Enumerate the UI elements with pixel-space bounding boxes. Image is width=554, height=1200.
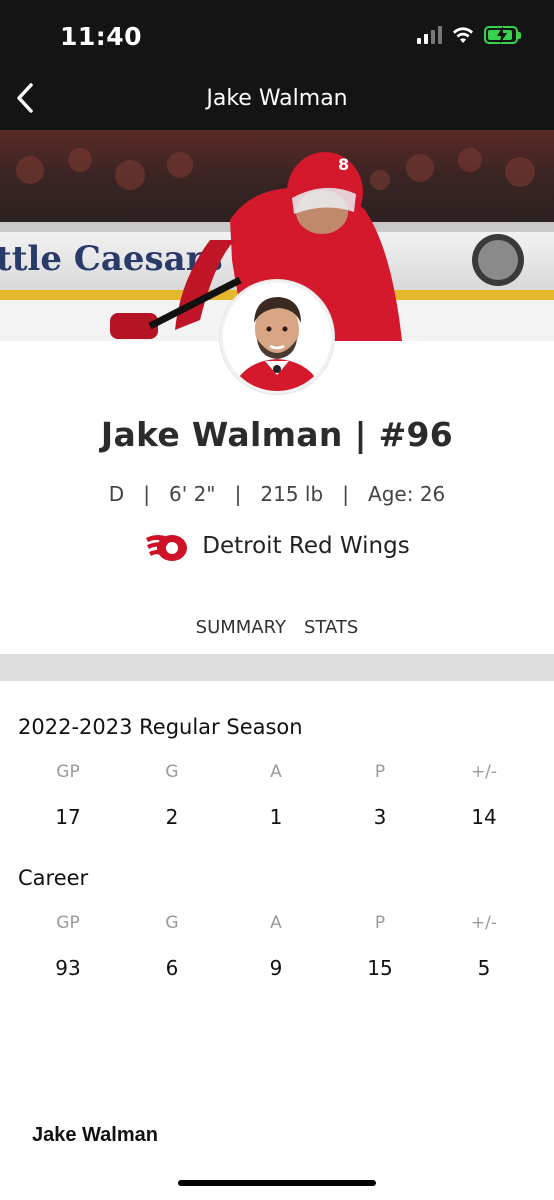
section-divider [0, 654, 554, 681]
career-title: Career [18, 866, 89, 890]
tab-summary[interactable]: SUMMARY [196, 617, 286, 638]
footer-player-name: Jake Walman [32, 1124, 158, 1146]
stat-header: A [270, 913, 282, 933]
stat-value: 2 [165, 805, 179, 829]
team-name: Detroit Red Wings [202, 533, 410, 559]
stat-header: GP [56, 913, 80, 933]
profile-tabs: SUMMARY STATS [0, 617, 554, 638]
red-wings-logo-icon [146, 535, 188, 561]
stat-header: GP [56, 762, 80, 782]
helmet-number: 8 [338, 155, 349, 174]
player-name-number: Jake Walman | #96 [100, 415, 454, 454]
stat-header: P [374, 762, 386, 782]
season-title: 2022-2023 Regular Season [18, 715, 303, 739]
banner-ad-text: ttle Caesars [0, 239, 223, 279]
stat-header: +/- [470, 762, 498, 782]
stat-header: A [270, 762, 282, 782]
nav-bar: Jake Walman [0, 66, 554, 130]
status-bar: 11:40 [0, 0, 554, 66]
player-meta: D | 6' 2" | 215 lb | Age: 26 [108, 482, 446, 506]
signal-icon [417, 26, 442, 44]
stat-value: 93 [55, 956, 81, 980]
season-stats-table: GP G A P +/- 17 2 1 3 14 [16, 762, 536, 829]
team-row[interactable]: Detroit Red Wings [0, 528, 554, 564]
stat-value: 6 [165, 956, 179, 980]
stat-value: 5 [477, 956, 491, 980]
stat-header: G [165, 913, 179, 933]
stat-header: G [165, 762, 179, 782]
wifi-icon [453, 27, 473, 43]
status-time: 11:40 [60, 22, 143, 51]
stat-value: 1 [269, 805, 283, 829]
career-stats-table: GP G A P +/- 93 6 9 15 5 [16, 913, 536, 980]
status-icons [417, 26, 521, 44]
tab-stats[interactable]: STATS [304, 617, 358, 638]
stat-value: 14 [471, 805, 497, 829]
battery-charging-icon [484, 26, 521, 44]
stat-header: P [374, 913, 386, 933]
stat-value: 17 [55, 805, 81, 829]
home-indicator[interactable] [178, 1180, 376, 1186]
player-avatar [220, 280, 334, 394]
stat-header: +/- [470, 913, 498, 933]
stat-value: 15 [367, 956, 393, 980]
nav-title: Jake Walman [206, 86, 348, 111]
stat-value: 3 [373, 805, 387, 829]
stat-value: 9 [269, 956, 283, 980]
